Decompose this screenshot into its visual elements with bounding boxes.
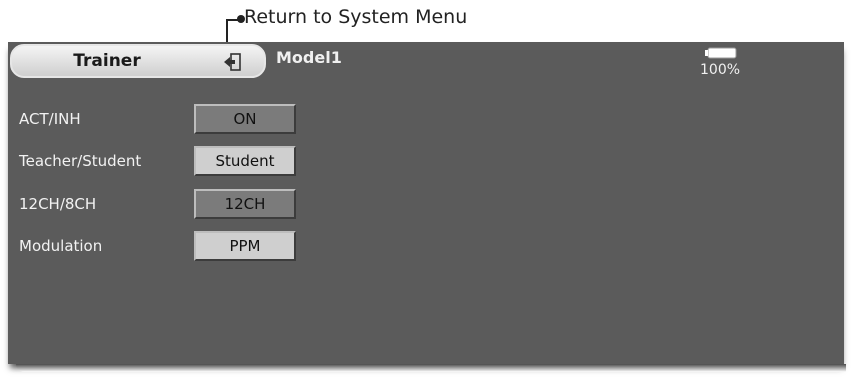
title-tab[interactable]: Trainer [10,44,266,78]
modulation-button[interactable]: PPM [194,231,296,261]
teacher-student-button[interactable]: Student [194,146,296,176]
row-label-act-inh: ACT/INH [19,110,81,128]
battery-percent: 100% [700,62,741,78]
model-name: Model1 [276,48,342,67]
row-label-teacher-student: Teacher/Student [19,152,142,170]
screen-bottom-shadow [16,364,846,372]
battery-icon [705,47,737,59]
act-inh-button[interactable]: ON [194,104,296,134]
return-icon[interactable] [222,51,244,73]
page-title: Trainer [73,51,141,71]
row-label-modulation: Modulation [19,237,103,255]
channel-mode-button[interactable]: 12CH [194,189,296,219]
trainer-screen: Trainer Model1 100% ACT/INH ON Teacher/S… [8,42,844,364]
callout-label: Return to System Menu [244,6,468,28]
row-label-12ch-8ch: 12CH/8CH [19,195,97,213]
